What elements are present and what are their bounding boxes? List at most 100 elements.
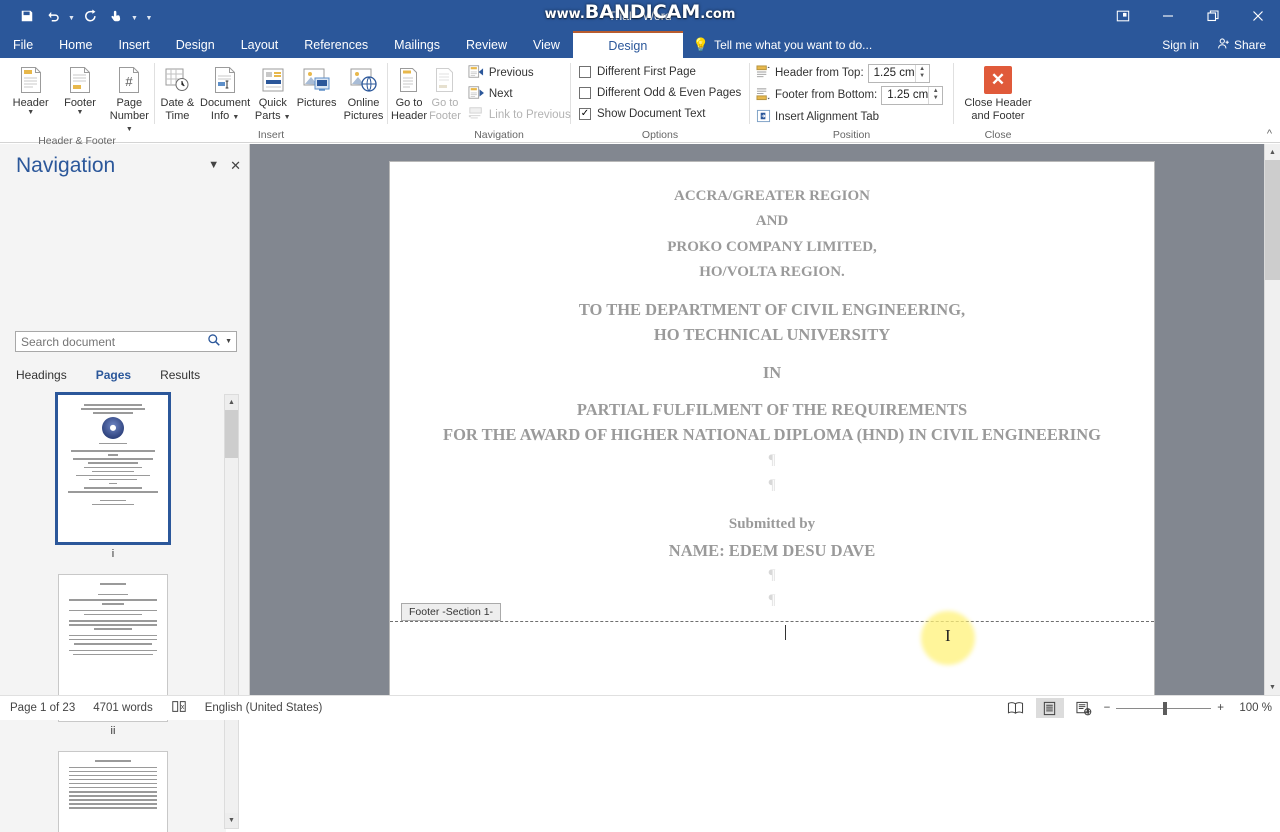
next-label: Next bbox=[488, 87, 513, 100]
doc-scroll-down-icon[interactable]: ▼ bbox=[1265, 679, 1280, 695]
online-pictures-button[interactable]: Online Pictures bbox=[340, 61, 387, 122]
thumbnail-item[interactable]: ii bbox=[0, 574, 226, 751]
tell-me-search[interactable]: 💡 Tell me what you want to do... bbox=[683, 31, 882, 58]
pictures-button[interactable]: Pictures bbox=[293, 61, 340, 109]
date-time-label-top: Date & bbox=[160, 97, 195, 109]
show-document-text-checkbox[interactable]: ✓ bbox=[579, 107, 591, 120]
date-time-button[interactable]: Date & Time bbox=[157, 61, 198, 122]
tab-home[interactable]: Home bbox=[46, 31, 105, 58]
show-document-text-row[interactable]: ✓ Show Document Text bbox=[577, 103, 705, 124]
document-page[interactable]: ACCRA/GREATER REGION AND PROKO COMPANY L… bbox=[390, 162, 1154, 702]
different-odd-even-row[interactable]: Different Odd & Even Pages bbox=[577, 82, 741, 103]
search-input[interactable] bbox=[16, 334, 208, 349]
close-header-and-footer-button[interactable]: ✕ Close Header and Footer bbox=[963, 61, 1033, 122]
web-layout-icon[interactable] bbox=[1070, 698, 1098, 718]
page-thumbnail-1[interactable]: ⏺ bbox=[55, 392, 171, 545]
tab-view[interactable]: View bbox=[520, 31, 573, 58]
zoom-slider[interactable]: − + bbox=[1104, 701, 1224, 715]
quick-parts-button[interactable]: Quick Parts ▼ bbox=[252, 61, 293, 122]
document-scrollbar[interactable]: ▲ ▼ bbox=[1264, 144, 1280, 695]
header-from-top-row: Header from Top: 1.25 cm ▲ ▼ bbox=[756, 62, 930, 84]
tab-header-footer-design[interactable]: Design bbox=[572, 31, 683, 58]
tab-design[interactable]: Design bbox=[163, 31, 228, 58]
link-to-previous-button[interactable]: Link to Previous bbox=[466, 104, 577, 125]
nav-tab-headings[interactable]: Headings bbox=[16, 368, 67, 382]
different-odd-even-checkbox[interactable] bbox=[579, 86, 591, 99]
ribbon-group-options: Different First Page Different Odd & Eve… bbox=[571, 58, 749, 143]
page-number-button[interactable]: # Page Number ▼ bbox=[105, 61, 154, 134]
doc-line: IN bbox=[762, 362, 782, 382]
share-button[interactable]: Share bbox=[1209, 31, 1280, 58]
different-first-page-row[interactable]: Different First Page bbox=[577, 61, 696, 82]
ribbon-group-navigation: Go to Header Go to Footer Previous Next … bbox=[388, 58, 571, 143]
zoom-out-button[interactable]: − bbox=[1104, 702, 1111, 714]
search-icon[interactable] bbox=[207, 333, 223, 350]
restore-icon[interactable] bbox=[1190, 0, 1235, 31]
pane-options-icon[interactable]: ▼ bbox=[208, 160, 219, 171]
language-indicator[interactable]: English (United States) bbox=[205, 702, 323, 714]
different-first-page-checkbox[interactable] bbox=[579, 65, 591, 78]
thumbnail-item[interactable]: ⏺ i bbox=[0, 392, 226, 574]
tab-review[interactable]: Review bbox=[453, 31, 520, 58]
page-thumbnail-3[interactable] bbox=[58, 751, 168, 832]
scroll-down-icon[interactable]: ▼ bbox=[225, 813, 238, 828]
insert-alignment-tab-icon bbox=[756, 109, 771, 126]
navigation-pane-scrollbar[interactable]: ▲ ▼ bbox=[224, 394, 239, 829]
print-layout-icon[interactable] bbox=[1035, 698, 1064, 718]
nav-tab-pages[interactable]: Pages bbox=[96, 368, 131, 382]
zoom-in-button[interactable]: + bbox=[1217, 702, 1224, 714]
footer-button[interactable]: Footer ▼ bbox=[55, 61, 104, 117]
thumbnail-item[interactable] bbox=[0, 751, 226, 832]
group-label-insert: Insert bbox=[257, 129, 285, 141]
header-button[interactable]: Header ▼ bbox=[6, 61, 55, 117]
close-pane-icon[interactable]: ✕ bbox=[230, 159, 241, 172]
header-from-top-stepper[interactable]: 1.25 cm ▲ ▼ bbox=[867, 63, 930, 83]
page-indicator[interactable]: Page 1 of 23 bbox=[10, 702, 75, 714]
word-count[interactable]: 4701 words bbox=[93, 702, 152, 714]
minimize-icon[interactable] bbox=[1145, 0, 1190, 31]
footer-dropdown-icon[interactable]: ▼ bbox=[77, 109, 84, 117]
document-canvas[interactable]: ACCRA/GREATER REGION AND PROKO COMPANY L… bbox=[250, 144, 1280, 702]
tab-layout[interactable]: Layout bbox=[228, 31, 292, 58]
header-from-top-label: Header from Top: bbox=[775, 67, 864, 79]
insert-alignment-tab-button[interactable]: Insert Alignment Tab bbox=[756, 106, 879, 128]
tab-references[interactable]: References bbox=[291, 31, 381, 58]
zoom-level[interactable]: 100 % bbox=[1230, 702, 1272, 714]
header-dropdown-icon[interactable]: ▼ bbox=[27, 109, 34, 117]
nav-tab-results[interactable]: Results bbox=[160, 368, 200, 382]
group-label-position: Position bbox=[832, 129, 871, 141]
header-from-top-spin-arrows[interactable]: ▲ ▼ bbox=[914, 64, 929, 82]
ribbon-display-options-icon[interactable] bbox=[1100, 0, 1145, 31]
zoom-handle[interactable] bbox=[1163, 701, 1168, 715]
document-body-text[interactable]: ACCRA/GREATER REGION AND PROKO COMPANY L… bbox=[390, 162, 1154, 613]
proofing-status-icon[interactable]: x bbox=[171, 700, 187, 716]
tab-file[interactable]: File bbox=[0, 31, 47, 58]
search-options-dropdown-icon[interactable]: ▼ bbox=[223, 338, 236, 345]
previous-button[interactable]: Previous bbox=[466, 62, 577, 83]
tab-mailings[interactable]: Mailings bbox=[381, 31, 453, 58]
tab-insert[interactable]: Insert bbox=[106, 31, 163, 58]
search-document-box[interactable]: ▼ bbox=[15, 331, 237, 352]
sign-in-button[interactable]: Sign in bbox=[1152, 38, 1209, 52]
doc-scroll-up-icon[interactable]: ▲ bbox=[1265, 144, 1280, 160]
next-button[interactable]: Next bbox=[466, 83, 577, 104]
link-to-previous-label: Link to Previous bbox=[488, 108, 571, 121]
footer-from-bottom-spin-arrows[interactable]: ▲ ▼ bbox=[928, 86, 942, 104]
collapse-ribbon-icon[interactable]: ^ bbox=[1267, 128, 1272, 140]
document-info-button[interactable]: Document Info ▼ bbox=[198, 61, 253, 122]
doc-line: PARTIAL FULFILMENT OF THE REQUIREMENTS bbox=[576, 400, 968, 420]
go-to-header-button[interactable]: Go to Header bbox=[390, 61, 428, 122]
document-info-dropdown-icon[interactable]: ▼ bbox=[232, 114, 239, 121]
footer-from-bottom-stepper[interactable]: 1.25 cm ▲ ▼ bbox=[881, 85, 944, 105]
read-mode-icon[interactable] bbox=[1002, 698, 1030, 718]
doc-scroll-thumb[interactable] bbox=[1265, 160, 1280, 280]
quick-parts-dropdown-icon[interactable]: ▼ bbox=[284, 114, 291, 121]
page-number-dropdown-icon[interactable]: ▼ bbox=[126, 126, 133, 133]
go-to-footer-button[interactable]: Go to Footer bbox=[428, 61, 462, 122]
show-document-text-label: Show Document Text bbox=[597, 107, 706, 120]
scroll-up-icon[interactable]: ▲ bbox=[225, 395, 238, 410]
zoom-track[interactable] bbox=[1116, 701, 1212, 715]
header-icon bbox=[17, 64, 45, 96]
close-icon[interactable] bbox=[1235, 0, 1280, 31]
scroll-thumb[interactable] bbox=[225, 410, 238, 458]
